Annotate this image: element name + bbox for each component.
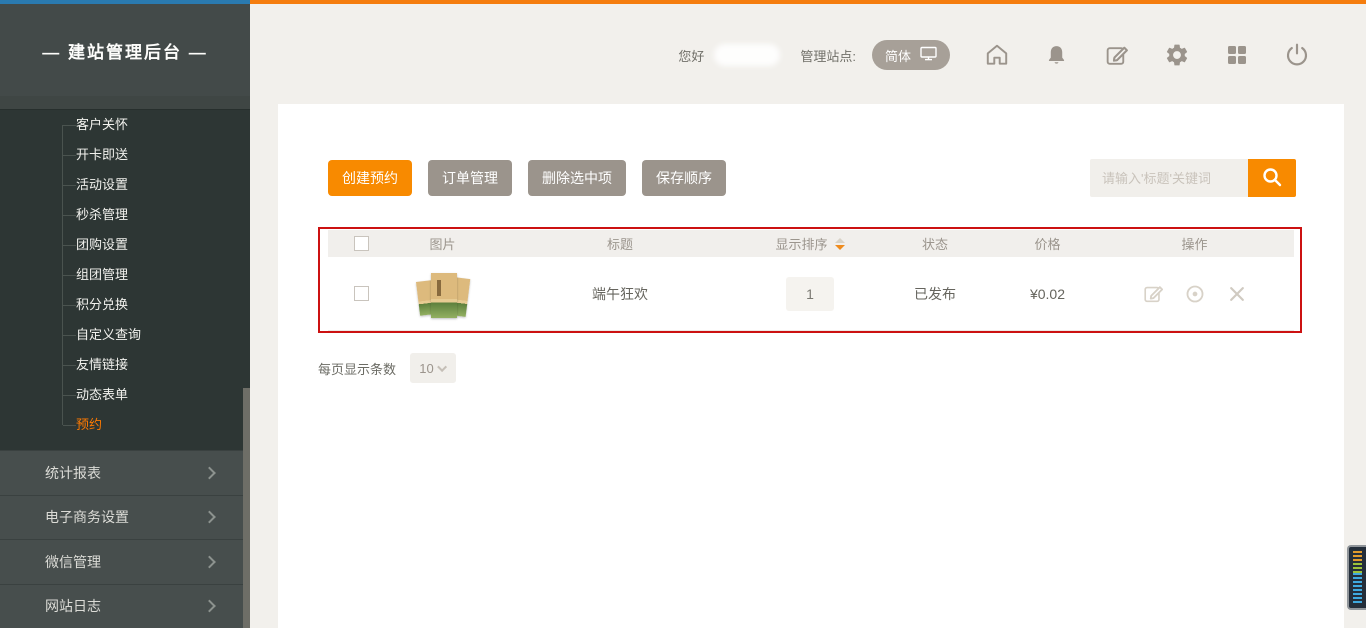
product-box-middle bbox=[431, 273, 457, 318]
table-header-row: 图片 标题 显示排序 状态 价格 操作 bbox=[328, 230, 1294, 257]
level-meter-widget[interactable] bbox=[1347, 545, 1366, 610]
sidebar-item-points-exchange[interactable]: 积分兑换 bbox=[0, 290, 250, 320]
row-price: ¥0.02 bbox=[1000, 286, 1095, 302]
row-sort-cell: 1 bbox=[750, 277, 870, 311]
search-button[interactable] bbox=[1248, 159, 1296, 197]
delete-selected-button[interactable]: 删除选中项 bbox=[528, 160, 626, 196]
sidebar: — 建站管理后台 — 客户关怀 开卡即送 活动设置 秒杀管理 团购设置 组团管理… bbox=[0, 0, 250, 628]
page-size-control: 每页显示条数 10 bbox=[318, 353, 456, 383]
sort-toggle-icon[interactable] bbox=[835, 238, 845, 250]
row-action-icons bbox=[1142, 283, 1248, 305]
sidebar-item-dynamic-form[interactable]: 动态表单 bbox=[0, 380, 250, 410]
product-thumbnail[interactable] bbox=[417, 267, 469, 321]
product-box-mark bbox=[437, 280, 441, 296]
column-header-title: 标题 bbox=[490, 234, 750, 253]
table-row: 端午狂欢 1 已发布 ¥0.02 bbox=[328, 257, 1294, 331]
delete-row-icon[interactable] bbox=[1226, 283, 1248, 305]
sidebar-scrollbar[interactable] bbox=[243, 388, 250, 628]
chevron-right-icon bbox=[203, 555, 216, 568]
sidebar-item-custom-query[interactable]: 自定义查询 bbox=[0, 320, 250, 350]
sidebar-item-reservation-active[interactable]: 预约 bbox=[0, 410, 250, 440]
column-header-image: 图片 bbox=[395, 234, 490, 253]
header-top-strip bbox=[250, 0, 1366, 4]
sort-down-icon bbox=[835, 245, 845, 250]
meter-amber-segment bbox=[1353, 551, 1362, 563]
sidebar-item-group-manage[interactable]: 组团管理 bbox=[0, 260, 250, 290]
section-label: 电子商务设置 bbox=[45, 507, 129, 527]
sidebar-item-flashsale[interactable]: 秒杀管理 bbox=[0, 200, 250, 230]
sort-up-icon bbox=[835, 238, 845, 243]
column-header-price: 价格 bbox=[1000, 234, 1095, 253]
app-logo-title: — 建站管理后台 — bbox=[0, 4, 250, 96]
select-all-checkbox[interactable] bbox=[354, 236, 369, 251]
edit-row-icon[interactable] bbox=[1142, 283, 1164, 305]
section-label: 微信管理 bbox=[45, 552, 101, 572]
create-reservation-button[interactable]: 创建预约 bbox=[328, 160, 412, 196]
row-image-cell bbox=[395, 267, 490, 321]
chevron-right-icon bbox=[203, 511, 216, 524]
chevron-right-icon bbox=[203, 600, 216, 613]
meter-blue-segment bbox=[1353, 573, 1362, 605]
section-label: 统计报表 bbox=[45, 463, 101, 483]
home-icon[interactable] bbox=[983, 42, 1010, 69]
reservation-table: 图片 标题 显示排序 状态 价格 操作 bbox=[328, 230, 1294, 331]
row-title: 端午狂欢 bbox=[490, 284, 750, 304]
preview-eye-icon[interactable] bbox=[1184, 283, 1206, 305]
header-checkbox-cell bbox=[328, 236, 395, 251]
bell-icon[interactable] bbox=[1043, 42, 1070, 69]
sidebar-section-site-logs[interactable]: 网站日志 bbox=[0, 584, 250, 628]
sidebar-divider-band bbox=[0, 96, 250, 110]
row-actions-cell bbox=[1095, 283, 1294, 305]
sidebar-submenu: 客户关怀 开卡即送 活动设置 秒杀管理 团购设置 组团管理 积分兑换 自定义查询… bbox=[0, 110, 250, 440]
column-header-status: 状态 bbox=[870, 234, 1000, 253]
save-order-button[interactable]: 保存顺序 bbox=[642, 160, 726, 196]
power-icon[interactable] bbox=[1283, 42, 1310, 69]
column-header-sort: 显示排序 bbox=[750, 234, 870, 253]
sidebar-section-ecommerce[interactable]: 电子商务设置 bbox=[0, 495, 250, 540]
page-size-select[interactable]: 10 bbox=[410, 353, 456, 383]
header-toolbar: 您好 管理站点: 简体 bbox=[678, 40, 1310, 70]
sidebar-item-friend-links[interactable]: 友情链接 bbox=[0, 350, 250, 380]
sidebar-item-card-gift[interactable]: 开卡即送 bbox=[0, 140, 250, 170]
sidebar-sections: 统计报表 电子商务设置 微信管理 网站日志 bbox=[0, 450, 250, 628]
gear-icon[interactable] bbox=[1163, 42, 1190, 69]
greeting-text: 您好 bbox=[678, 46, 704, 65]
language-site-button[interactable]: 简体 bbox=[872, 40, 950, 70]
meter-green-segment bbox=[1353, 563, 1362, 573]
monitor-icon bbox=[920, 46, 937, 64]
search-bar bbox=[1090, 159, 1296, 197]
sidebar-item-groupbuy[interactable]: 团购设置 bbox=[0, 230, 250, 260]
sidebar-section-statistics[interactable]: 统计报表 bbox=[0, 450, 250, 495]
search-input[interactable] bbox=[1090, 159, 1248, 197]
section-label: 网站日志 bbox=[45, 596, 101, 616]
sort-header-label: 显示排序 bbox=[775, 234, 827, 253]
sort-order-input[interactable]: 1 bbox=[786, 277, 834, 311]
search-icon bbox=[1260, 165, 1284, 192]
main-content-panel: 创建预约 订单管理 删除选中项 保存顺序 图片 标题 显示排序 bbox=[278, 104, 1344, 628]
column-header-actions: 操作 bbox=[1095, 234, 1294, 253]
sidebar-section-wechat[interactable]: 微信管理 bbox=[0, 539, 250, 584]
order-management-button[interactable]: 订单管理 bbox=[428, 160, 512, 196]
manage-site-label: 管理站点: bbox=[800, 46, 856, 65]
language-label: 简体 bbox=[885, 46, 911, 65]
row-checkbox-cell bbox=[328, 286, 395, 301]
username-redacted bbox=[714, 44, 780, 66]
edit-icon[interactable] bbox=[1103, 42, 1130, 69]
apps-grid-icon[interactable] bbox=[1223, 42, 1250, 69]
action-toolbar: 创建预约 订单管理 删除选中项 保存顺序 bbox=[328, 160, 726, 196]
sidebar-item-customer-care[interactable]: 客户关怀 bbox=[0, 110, 250, 140]
chevron-down-icon bbox=[437, 362, 447, 372]
page-size-value: 10 bbox=[419, 361, 433, 376]
sidebar-item-activity-settings[interactable]: 活动设置 bbox=[0, 170, 250, 200]
row-checkbox[interactable] bbox=[354, 286, 369, 301]
page-size-label: 每页显示条数 bbox=[318, 359, 396, 378]
row-status: 已发布 bbox=[870, 284, 1000, 304]
chevron-right-icon bbox=[203, 466, 216, 479]
